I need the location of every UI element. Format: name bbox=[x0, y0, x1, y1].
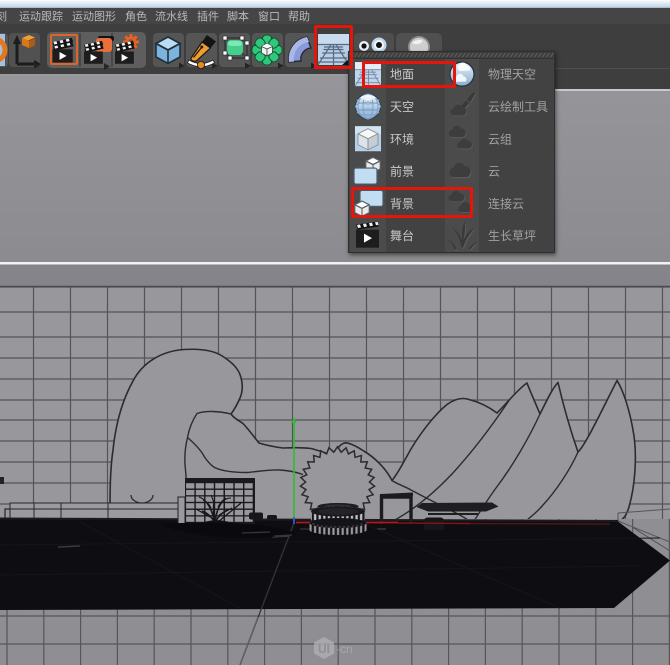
svg-text:·cn: ·cn bbox=[336, 642, 353, 656]
svg-text:生长草坪: 生长草坪 bbox=[488, 229, 536, 243]
svg-text:前景: 前景 bbox=[390, 164, 414, 179]
svg-text:UI: UI bbox=[318, 642, 330, 656]
svg-text:环境: 环境 bbox=[390, 131, 414, 146]
svg-text:舞台: 舞台 bbox=[390, 228, 414, 243]
svg-text:天空: 天空 bbox=[390, 100, 414, 114]
svg-text:物理天空: 物理天空 bbox=[488, 68, 536, 82]
svg-text:连接云: 连接云 bbox=[488, 196, 524, 211]
svg-text:云绘制工具: 云绘制工具 bbox=[488, 99, 548, 114]
svg-text:云组: 云组 bbox=[488, 132, 512, 146]
svg-text:云: 云 bbox=[488, 165, 500, 179]
